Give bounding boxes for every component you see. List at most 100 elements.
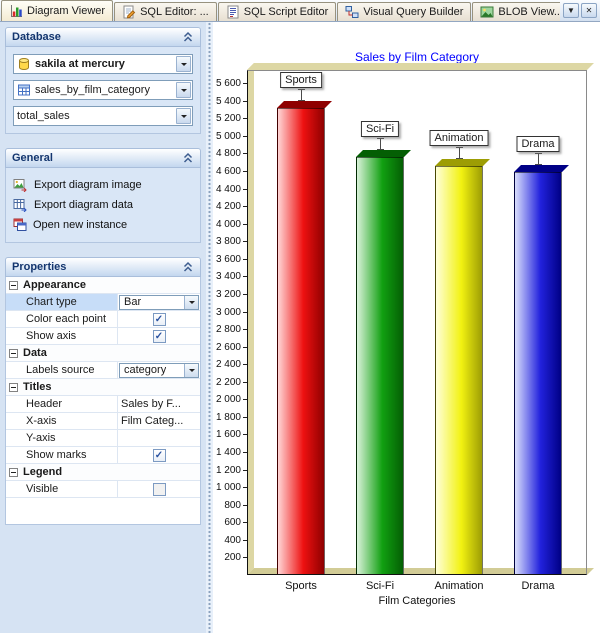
y-axis-tick-label: 5 600: [213, 78, 241, 89]
prop-combo-chart-type[interactable]: Bar: [119, 295, 199, 310]
prop-value[interactable]: Sales by F...: [118, 396, 200, 412]
mark-label[interactable]: Sports: [280, 72, 322, 88]
x-axis-category-label: Sports: [256, 580, 346, 592]
y-axis-tick: [243, 118, 247, 119]
combo-sakila-at-mercury[interactable]: sakila at mercury: [13, 54, 193, 74]
property-grid: AppearanceChart typeBarColor each point ✓…: [6, 277, 200, 498]
prop-combo-labels-source[interactable]: category: [119, 363, 199, 378]
y-axis-tick-label: 2 200: [213, 377, 241, 388]
checkbox[interactable]: ✓: [153, 449, 166, 462]
prop-value[interactable]: ✓: [118, 328, 200, 344]
collapse-box-icon[interactable]: [9, 468, 18, 477]
database-panel-body: sakila at mercury sales_by_film_categoryt…: [5, 47, 201, 134]
tab-label: SQL Script Editor: [244, 6, 329, 18]
prop-label[interactable]: Show axis: [6, 328, 118, 344]
tab-label: Visual Query Builder: [363, 6, 463, 18]
dropdown-arrow-icon[interactable]: [184, 364, 198, 377]
y-axis-tick: [243, 347, 247, 348]
prop-label[interactable]: Labels source: [6, 362, 118, 378]
prop-label[interactable]: Chart type: [6, 294, 118, 310]
splitter[interactable]: [206, 22, 213, 633]
y-axis-tick-label: 600: [213, 517, 241, 528]
collapse-box-icon[interactable]: [9, 281, 18, 290]
prop-label-text: Y-axis: [26, 432, 56, 444]
prop-group-legend[interactable]: Legend: [6, 464, 200, 481]
dropdown-arrow-icon[interactable]: [176, 82, 191, 98]
y-axis-tick: [243, 557, 247, 558]
mark-label[interactable]: Sci-Fi: [361, 121, 399, 137]
prop-value[interactable]: [118, 481, 200, 497]
tab-bar-buttons: ▼ ✕: [560, 3, 600, 21]
export-diagram-image-link[interactable]: Export diagram image: [13, 175, 193, 195]
prop-value[interactable]: Bar: [118, 294, 200, 310]
main-content: Database sakila at mercury sales_by_film_…: [0, 22, 600, 633]
prop-row-y-axis: Y-axis: [6, 430, 200, 447]
y-axis-tick: [243, 136, 247, 137]
tab-diagram-viewer[interactable]: Diagram Viewer: [1, 0, 113, 21]
y-axis-tick: [243, 101, 247, 102]
prop-label[interactable]: Color each point: [6, 311, 118, 327]
prop-label[interactable]: Visible: [6, 481, 118, 497]
prop-label-text: Visible: [26, 483, 58, 495]
bar-drama[interactable]: [514, 172, 562, 575]
y-axis-tick: [243, 399, 247, 400]
prop-value[interactable]: ✓: [118, 447, 200, 463]
collapse-box-icon[interactable]: [9, 383, 18, 392]
prop-label[interactable]: Y-axis: [6, 430, 118, 446]
prop-value[interactable]: category: [118, 362, 200, 378]
collapse-chevron-icon[interactable]: [182, 261, 194, 273]
checkbox[interactable]: [153, 483, 166, 496]
group-label: Titles: [23, 381, 52, 393]
prop-value[interactable]: [118, 430, 200, 446]
tab-visual-query-builder[interactable]: Visual Query Builder: [337, 2, 471, 21]
export-diagram-data-link[interactable]: Export diagram data: [13, 195, 193, 215]
export-image-icon: [13, 178, 28, 192]
bar-animation[interactable]: [435, 166, 483, 575]
collapse-box-icon[interactable]: [9, 349, 18, 358]
collapse-chevron-icon[interactable]: [182, 31, 194, 43]
mark-label[interactable]: Drama: [516, 136, 559, 152]
tab-blob-view[interactable]: BLOB View...: [472, 2, 560, 21]
bar-top-face: [356, 150, 411, 157]
y-axis-tick: [243, 294, 247, 295]
y-axis-tick-label: 2 000: [213, 394, 241, 405]
y-axis-tick-label: 4 200: [213, 201, 241, 212]
prop-value[interactable]: ✓: [118, 311, 200, 327]
view-icon: [17, 83, 31, 97]
dropdown-arrow-icon[interactable]: [176, 108, 191, 124]
combo-sales-by-film-category[interactable]: sales_by_film_category: [13, 80, 193, 100]
combo-total-sales[interactable]: total_sales: [13, 106, 193, 126]
bar-sci-fi[interactable]: [356, 157, 404, 575]
collapse-chevron-icon[interactable]: [182, 152, 194, 164]
tab-sql-script-editor[interactable]: SQL Script Editor: [218, 2, 337, 21]
general-panel: General Export diagram imageExport diagr…: [5, 148, 201, 243]
prop-label[interactable]: Header: [6, 396, 118, 412]
checkbox[interactable]: ✓: [153, 313, 166, 326]
database-panel: Database sakila at mercury sales_by_film_…: [5, 27, 201, 134]
bar-sports[interactable]: [277, 108, 325, 575]
prop-text-value: Film Categ...: [119, 415, 183, 427]
group-label: Legend: [23, 466, 62, 478]
database-panel-header[interactable]: Database: [5, 27, 201, 47]
y-axis-tick-label: 2 600: [213, 342, 241, 353]
dropdown-arrow-icon[interactable]: [184, 296, 198, 309]
diagram-viewer-canvas[interactable]: Sales by Film Category2004006008001 0001…: [213, 22, 600, 633]
prop-group-titles[interactable]: Titles: [6, 379, 200, 396]
checkbox[interactable]: ✓: [153, 330, 166, 343]
properties-panel-title: Properties: [12, 261, 66, 273]
y-axis-tick-label: 1 000: [213, 482, 241, 493]
dropdown-arrow-icon[interactable]: [176, 56, 191, 72]
tab-close-button[interactable]: ✕: [581, 3, 597, 18]
prop-label[interactable]: X-axis: [6, 413, 118, 429]
prop-group-appearance[interactable]: Appearance: [6, 277, 200, 294]
prop-group-data[interactable]: Data: [6, 345, 200, 362]
tab-sql-editor[interactable]: SQL Editor: ...: [114, 2, 217, 21]
prop-label[interactable]: Show marks: [6, 447, 118, 463]
y-axis-tick: [243, 224, 247, 225]
properties-panel-header[interactable]: Properties: [5, 257, 201, 277]
tab-list-button[interactable]: ▼: [563, 3, 579, 18]
general-panel-header[interactable]: General: [5, 148, 201, 168]
open-new-instance-link[interactable]: Open new instance: [13, 215, 193, 235]
prop-value[interactable]: Film Categ...: [118, 413, 200, 429]
mark-label[interactable]: Animation: [430, 130, 489, 146]
